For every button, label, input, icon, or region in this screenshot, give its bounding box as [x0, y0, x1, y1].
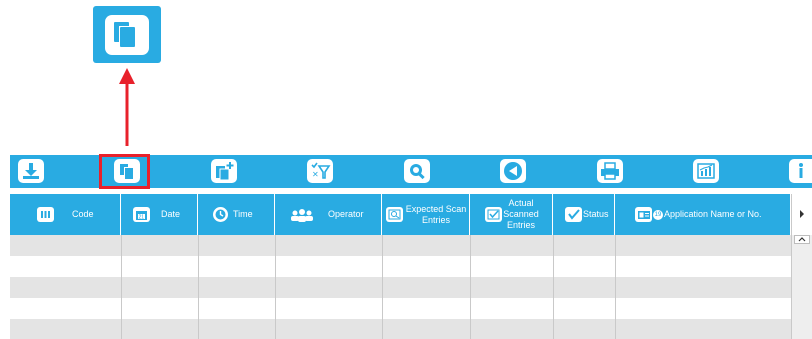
- download-button[interactable]: [18, 159, 44, 183]
- column-label: Time: [233, 209, 253, 219]
- add-copy-button[interactable]: [211, 159, 237, 183]
- column-header-actual-scanned-entries[interactable]: Actual Scanned Entries: [470, 194, 553, 235]
- column-divider: [382, 235, 383, 339]
- number-badge-icon: 19: [653, 209, 663, 220]
- table-row[interactable]: [10, 235, 791, 256]
- vertical-scrollbar[interactable]: [791, 235, 812, 339]
- checklist-icon: [485, 207, 502, 222]
- column-header-application[interactable]: 19 Application Name or No.: [615, 194, 791, 235]
- column-header-expected-scan-entries[interactable]: Expected Scan Entries: [382, 194, 470, 235]
- column-divider: [615, 235, 616, 339]
- copy-button-highlight: [99, 154, 150, 189]
- search-button[interactable]: [404, 159, 430, 183]
- table-body: [10, 235, 791, 339]
- clock-icon: [212, 206, 229, 223]
- checkbox-icon: [565, 207, 582, 222]
- column-divider: [198, 235, 199, 339]
- column-header-operator[interactable]: Operator: [275, 194, 382, 235]
- scan-list-icon: [386, 207, 403, 222]
- users-icon: [290, 208, 314, 222]
- copy-icon: [105, 15, 149, 55]
- column-header-status[interactable]: Status: [553, 194, 615, 235]
- column-label: Expected Scan Entries: [405, 203, 467, 225]
- back-button[interactable]: [500, 159, 526, 183]
- column-divider: [553, 235, 554, 339]
- add-copy-icon: [216, 162, 234, 181]
- table-row[interactable]: [10, 319, 791, 339]
- info-icon: [798, 163, 803, 178]
- column-header-code[interactable]: Code: [10, 194, 121, 235]
- filter-icon: ✕: [311, 162, 331, 179]
- info-button[interactable]: [789, 159, 812, 183]
- report-button[interactable]: [693, 159, 719, 183]
- column-label: Actual Scanned Entries: [503, 198, 539, 230]
- column-label: Code: [72, 209, 94, 219]
- column-label: Date: [161, 209, 181, 219]
- chevron-up-icon: [798, 237, 806, 242]
- column-divider: [470, 235, 471, 339]
- printer-icon: [601, 162, 619, 180]
- column-header-date[interactable]: 21 Date: [121, 194, 198, 235]
- table-header: Code 21 Date Time Operator Expected Scan…: [10, 194, 812, 235]
- scroll-up-button[interactable]: [794, 235, 810, 244]
- column-label: Operator: [328, 209, 364, 219]
- table-row[interactable]: [10, 298, 791, 319]
- barcode-icon: [37, 207, 54, 222]
- calendar-icon: 21: [133, 207, 150, 222]
- filter-button[interactable]: ✕: [307, 159, 333, 183]
- copy-icon-callout: [93, 6, 161, 63]
- download-icon: [23, 163, 39, 179]
- back-arrow-icon: [504, 162, 522, 180]
- print-button[interactable]: [597, 159, 623, 183]
- svg-text:✕: ✕: [312, 170, 319, 179]
- column-header-time[interactable]: Time: [198, 194, 275, 235]
- search-icon: [410, 164, 425, 180]
- column-divider: [121, 235, 122, 339]
- chart-icon: [697, 163, 715, 179]
- column-label: Application Name or No.: [664, 209, 762, 219]
- chevron-right-icon: [800, 210, 804, 218]
- table-row[interactable]: [10, 277, 791, 298]
- pointer-arrow: [119, 68, 135, 146]
- column-label: Status: [583, 209, 609, 219]
- table-row[interactable]: [10, 256, 791, 277]
- column-divider: [275, 235, 276, 339]
- svg-text:21: 21: [139, 214, 145, 220]
- scroll-right-button[interactable]: [791, 194, 812, 235]
- id-card-icon: [635, 207, 652, 222]
